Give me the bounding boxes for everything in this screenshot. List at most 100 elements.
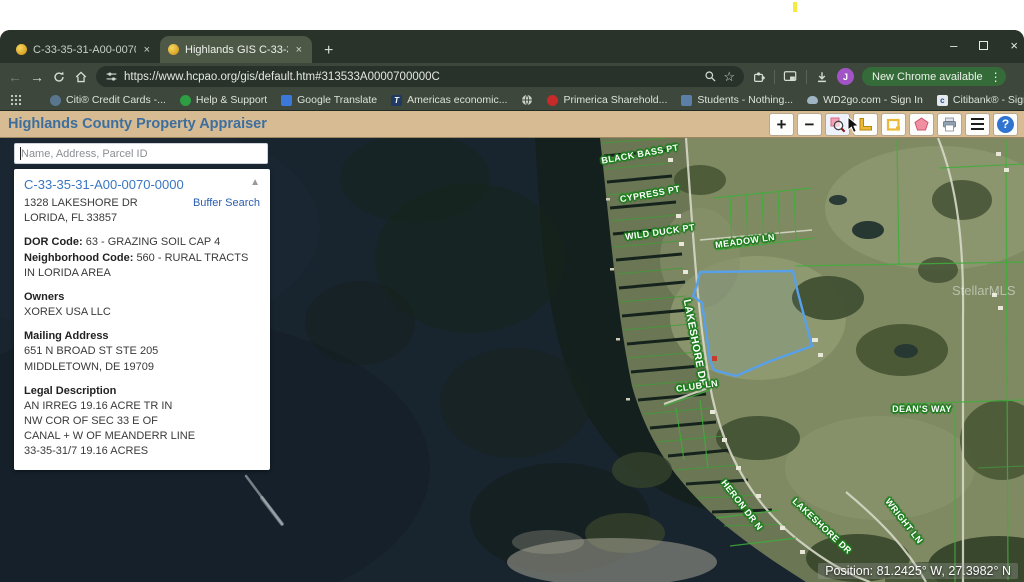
page-title: Highlands County Property Appraiser [8, 116, 267, 132]
owners-label: Owners [24, 290, 260, 305]
address-bar[interactable]: https://www.hcpao.org/gis/default.htm#31… [96, 66, 744, 87]
window-controls: – × [950, 30, 1018, 60]
extensions-icon[interactable] [752, 70, 766, 84]
bookmark-star-icon[interactable]: ☆ [723, 69, 735, 85]
bookmark-label: WD2go.com - Sign In [823, 94, 923, 106]
bookmark-help-support[interactable]: Help & Support [180, 94, 267, 106]
divider [774, 70, 775, 84]
buffer-search-link[interactable]: Buffer Search [193, 196, 260, 211]
desktop-strip [0, 0, 1024, 30]
chrome-update-label: New Chrome available [872, 71, 983, 83]
maximize-button[interactable] [979, 41, 988, 50]
mailing-address-label: Mailing Address [24, 329, 260, 344]
browser-window: C-33-35-31-A00-0070-0000 - H × Highlands… [0, 30, 1024, 582]
site-info-icon[interactable] [105, 70, 118, 83]
print-button[interactable] [937, 113, 962, 136]
map-toolbar: + − [769, 113, 1018, 136]
help-button[interactable]: ? [993, 113, 1018, 136]
close-tab-icon[interactable]: × [294, 44, 304, 56]
hcpao-favicon [168, 44, 179, 55]
mailing-address-line: MIDDLETOWN, DE 19709 [24, 360, 260, 375]
reload-icon[interactable] [52, 70, 66, 84]
tab-highlands-gis[interactable]: Highlands GIS C-33-35-31-A00 × [160, 36, 312, 63]
neighborhood-code-label: Neighborhood Code: [24, 252, 133, 264]
back-icon[interactable]: ← [8, 70, 22, 84]
close-button[interactable]: × [1010, 39, 1018, 52]
parcel-info-card: C-33-35-31-A00-0070-0000 ▲ 1328 LAKESHOR… [14, 169, 270, 470]
browser-toolbar: ← → https://www.hcpao.org/gis/default.ht… [0, 63, 1024, 90]
legal-description-line: 33-35-31/7 19.16 ACRES [24, 444, 260, 459]
screen: C-33-35-31-A00-0070-0000 - H × Highlands… [0, 0, 1024, 582]
bookmark-label: Citi® Credit Cards -... [66, 94, 166, 106]
search-box [14, 143, 268, 164]
close-tab-icon[interactable]: × [142, 44, 152, 56]
browser-menu-icon[interactable]: ⋮ [990, 70, 1002, 84]
bookmark-label: Citibank® - Sign On [953, 94, 1024, 106]
measure-area-button[interactable] [881, 113, 906, 136]
dor-code-label: DOR Code: [24, 236, 83, 248]
bookmark-label: Students - Nothing... [697, 94, 793, 106]
zoom-area-icon [829, 116, 846, 133]
bookmark-label: Americas economic... [407, 94, 507, 106]
legal-description-line: CANAL + W OF MEANDERR LINE [24, 429, 260, 444]
text-caret [20, 147, 21, 160]
menu-icon [971, 118, 984, 120]
tab-parcel-search[interactable]: C-33-35-31-A00-0070-0000 - H × [8, 36, 160, 63]
apps-grid-icon[interactable] [10, 94, 22, 106]
hcpao-favicon [16, 44, 27, 55]
home-icon[interactable] [74, 70, 88, 84]
tab-bar: C-33-35-31-A00-0070-0000 - H × Highlands… [0, 30, 1024, 63]
profile-avatar[interactable]: J [837, 68, 854, 85]
divider [806, 70, 807, 84]
bookmark-label: Google Translate [297, 94, 377, 106]
citi-icon [50, 95, 61, 106]
position-readout: Position: 81.2425° W, 27.3982° N [818, 563, 1018, 579]
minimize-button[interactable]: – [950, 39, 957, 52]
bookmark-americas-economic[interactable]: T Americas economic... [391, 94, 507, 106]
new-tab-button[interactable]: + [324, 43, 333, 59]
yellow-marker [793, 2, 797, 12]
legal-description-line: NW COR OF SEC 33 E OF [24, 414, 260, 429]
help-icon: ? [997, 116, 1014, 133]
plus-icon: + [777, 116, 787, 133]
parcel-address: 1328 LAKESHORE DR [24, 196, 138, 211]
collapse-icon[interactable]: ▲ [250, 177, 260, 188]
forward-icon[interactable]: → [30, 70, 44, 84]
map-viewport[interactable]: BLACK BASS PT CYPRESS PT WILD DUCK PT ME… [0, 138, 1024, 582]
print-icon [941, 116, 958, 133]
bookmark-wd2go[interactable]: WD2go.com - Sign In [807, 94, 923, 106]
bookmark-google-translate[interactable]: Google Translate [281, 94, 377, 106]
download-icon[interactable] [815, 70, 829, 84]
citibank-icon: c [937, 95, 948, 106]
url-text[interactable]: https://www.hcpao.org/gis/default.htm#31… [124, 71, 698, 83]
search-input[interactable] [14, 143, 268, 164]
reading-mode-icon[interactable] [783, 70, 798, 83]
stellar-mls-watermark: StellarMLS [952, 283, 1016, 298]
parcel-id-link[interactable]: C-33-35-31-A00-0070-0000 [24, 177, 184, 192]
layers-menu-button[interactable] [965, 113, 990, 136]
tab-label: C-33-35-31-A00-0070-0000 - H [33, 44, 136, 56]
mailing-address-line: 651 N BROAD ST STE 205 [24, 344, 260, 359]
polygon-icon [913, 116, 930, 133]
bookmark-primerica[interactable]: Primerica Sharehold... [547, 94, 667, 106]
bookmark-label: Primerica Sharehold... [563, 94, 667, 106]
zoom-out-button[interactable]: − [797, 113, 822, 136]
parcel-city: LORIDA, FL 33857 [24, 211, 260, 226]
zoom-in-button[interactable]: + [769, 113, 794, 136]
translate-icon [281, 95, 292, 106]
help-support-icon [180, 95, 191, 106]
chrome-update-button[interactable]: New Chrome available ⋮ [862, 67, 1006, 86]
bookmark-citibank[interactable]: c Citibank® - Sign On [937, 94, 1024, 106]
dor-code-value: 63 - GRAZING SOIL CAP 4 [86, 236, 221, 248]
globe-icon[interactable] [521, 94, 533, 106]
zoom-icon[interactable] [704, 70, 717, 83]
app-header: Highlands County Property Appraiser + − [0, 111, 1024, 138]
street-label: DEAN'S WAY [892, 404, 952, 414]
owners-value: XOREX USA LLC [24, 305, 260, 320]
bookmark-students[interactable]: Students - Nothing... [681, 94, 793, 106]
primerica-icon [547, 95, 558, 106]
bookmark-citi-cards[interactable]: Citi® Credit Cards -... [50, 94, 166, 106]
draw-polygon-button[interactable] [909, 113, 934, 136]
students-icon [681, 95, 692, 106]
cursor-arrow-icon [846, 116, 861, 134]
